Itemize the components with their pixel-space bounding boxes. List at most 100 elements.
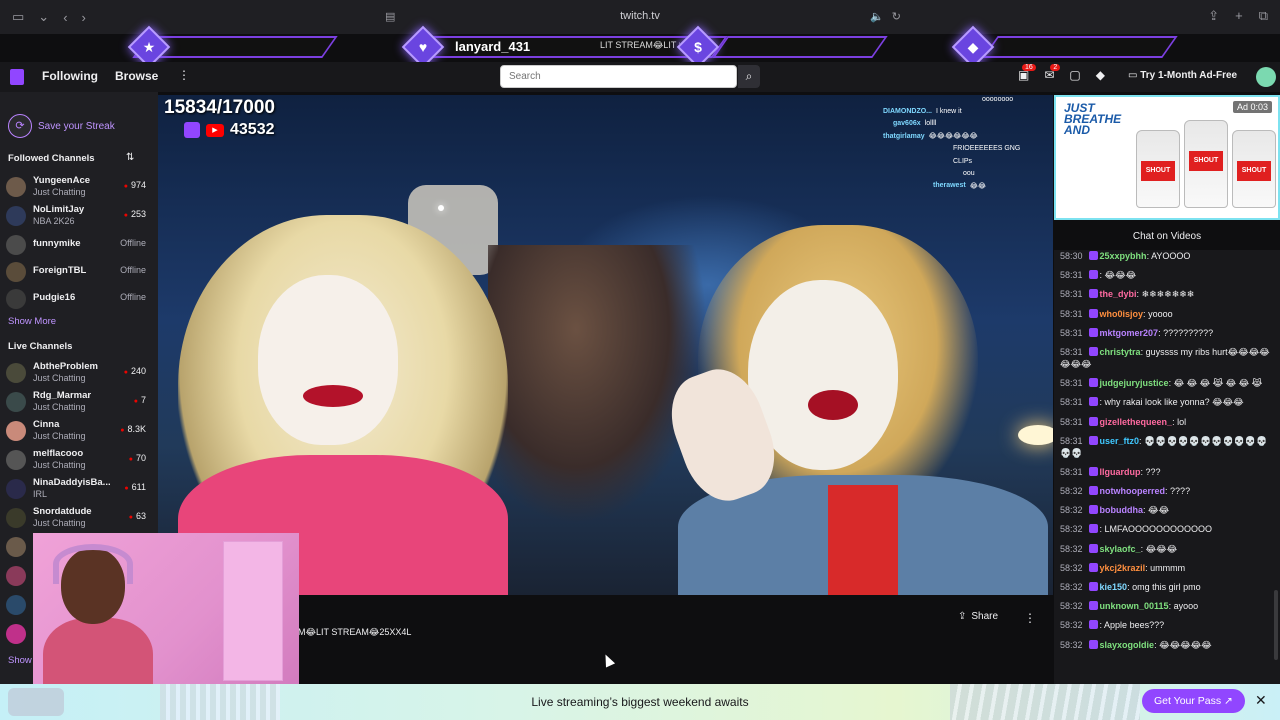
- chat-username[interactable]: unknown_00115: [1100, 601, 1169, 611]
- ad-banner[interactable]: JUST BREATHE AND Ad 0:03 SHOUT SHOUT SHO…: [1054, 95, 1280, 220]
- show-more-link[interactable]: Show: [8, 655, 32, 666]
- video-player[interactable]: 15834/17000 ▶ 43532 oooooooo DIAMONDZO..…: [158, 95, 1053, 595]
- overlay-chat-user: DIAMONDZO...: [883, 108, 932, 116]
- reload-icon[interactable]: ↻: [892, 10, 901, 23]
- badge-icon: [1088, 416, 1098, 426]
- badge-icon: [1088, 620, 1098, 630]
- overlay-chat-msg: 😂😂: [969, 182, 987, 190]
- share-icon[interactable]: ⇪: [1208, 8, 1219, 24]
- close-icon[interactable]: ✕: [1255, 692, 1267, 709]
- bits-icon[interactable]: ◆: [1096, 68, 1105, 82]
- chat-username[interactable]: judgejuryjustice: [1100, 378, 1169, 388]
- new-tab-icon[interactable]: +: [1235, 8, 1243, 24]
- sidebar-channel[interactable]: melflacooo Just Chatting 70: [6, 447, 152, 473]
- lips: [808, 390, 858, 420]
- chat-timestamp: 58:31: [1060, 435, 1083, 446]
- chat-username[interactable]: slayxogoldie: [1100, 640, 1155, 650]
- prime-loot-icon[interactable]: ▣ 16: [1018, 64, 1036, 82]
- chat-text: omg this girl pmo: [1132, 582, 1201, 592]
- search-input[interactable]: [501, 66, 736, 87]
- sidebar-channel[interactable]: ForeignTBL Offline: [6, 259, 152, 285]
- overlay-chat-msg: oooooooo: [982, 95, 1014, 103]
- badge-icon: [1088, 466, 1098, 476]
- product-bottle: SHOUT: [1184, 120, 1228, 208]
- share-label: Share: [971, 611, 999, 622]
- search-icon[interactable]: ⌕: [738, 65, 760, 88]
- get-pass-button[interactable]: Get Your Pass ↗: [1142, 689, 1245, 713]
- sidebar-channel[interactable]: funnymike Offline: [6, 232, 152, 258]
- sort-icon[interactable]: ⇅: [126, 152, 134, 163]
- ad-headline: JUST BREATHE AND: [1064, 101, 1122, 137]
- adfree-button[interactable]: ▭ Try 1-Month Ad-Free: [1128, 70, 1237, 81]
- chat-message: 58:31: 😂😂😂: [1054, 269, 1280, 281]
- viewer-count: Offline: [120, 238, 146, 248]
- notif-badge: 16: [1022, 64, 1036, 71]
- channel-name: Cinna: [33, 419, 60, 430]
- speaker-icon[interactable]: 🔈: [870, 10, 884, 23]
- channel-category: Just Chatting: [33, 431, 86, 441]
- sidebar-channel[interactable]: AbtheProblem Just Chatting 240: [6, 360, 152, 386]
- overlay-chat-line: gav606x lollll: [883, 118, 1053, 130]
- chat-username[interactable]: christytra: [1100, 347, 1141, 357]
- chat-scrollbar[interactable]: [1274, 590, 1278, 660]
- viewer-count: Offline: [120, 265, 146, 275]
- more-options-icon[interactable]: ⋮: [1024, 611, 1036, 625]
- overlay-chat-line: thatgirlamay 😂😂😂😂😂😂: [883, 130, 1053, 142]
- sidebar-channel[interactable]: Pudgie16 Offline: [6, 286, 152, 312]
- badge-icon: [1088, 562, 1098, 572]
- chat-username[interactable]: ykcj2krazil: [1100, 563, 1146, 573]
- viewer-count: 70: [129, 453, 146, 463]
- banner-stripe: [712, 36, 888, 58]
- chat-username[interactable]: skylaofc_: [1100, 544, 1141, 554]
- whispers-icon[interactable]: ▢: [1069, 68, 1080, 82]
- viewer-count: 8.3K: [120, 424, 146, 434]
- product-label: SHOUT: [1237, 161, 1271, 181]
- chat-username[interactable]: notwhooperred: [1100, 486, 1166, 496]
- channel-category: IRL: [33, 489, 48, 499]
- overlay-ticker: LIT STREAM😂LIT S: [600, 40, 680, 50]
- avatar: [6, 479, 26, 499]
- viewer-count: Offline: [120, 292, 146, 302]
- chat-username[interactable]: 25xxpybhh: [1100, 251, 1147, 261]
- nav-following[interactable]: Following: [42, 69, 98, 83]
- user-avatar[interactable]: [1256, 67, 1276, 87]
- overlay-chat-msg: 😂😂😂😂😂😂: [928, 133, 978, 141]
- chat-username[interactable]: who0isjoy: [1100, 309, 1144, 319]
- save-streak[interactable]: ⟳ Save your Streak: [8, 114, 115, 138]
- channel-category: Just Chatting: [33, 518, 86, 528]
- more-icon[interactable]: ⋮: [178, 68, 190, 82]
- chat-username[interactable]: llguardup: [1100, 467, 1141, 477]
- chat-timestamp: 58:31: [1060, 416, 1083, 427]
- sidebar-channel[interactable]: Snordatdude Just Chatting 63: [6, 505, 152, 531]
- sidebar-channel[interactable]: YungeenAce Just Chatting 974: [6, 174, 152, 200]
- chat-username[interactable]: kie150: [1100, 582, 1128, 592]
- chat-username[interactable]: gizellethequeen_: [1100, 417, 1173, 427]
- sidebar-channel[interactable]: NinaDaddyisBa... IRL 611: [6, 476, 152, 502]
- video-background: [438, 205, 444, 211]
- notifications-icon[interactable]: ✉ 2: [1044, 64, 1061, 82]
- tab-overview-icon[interactable]: ⧉: [1259, 8, 1268, 24]
- url-bar[interactable]: twitch.tv: [0, 10, 1280, 22]
- sidebar-channel[interactable]: Cinna Just Chatting 8.3K: [6, 418, 152, 444]
- browser-toolbar: ▭ ⌄ ‹ › ▤ twitch.tv 🔈 ↻ ⇪ + ⧉: [0, 0, 1280, 34]
- sidebar-channel[interactable]: NoLimitJay NBA 2K26 253: [6, 203, 152, 229]
- chat-message: 58:32 slayxogoldie: 😂😂😂😂😂: [1054, 639, 1280, 651]
- chat-username[interactable]: the_dybi: [1100, 289, 1137, 299]
- share-button[interactable]: ⇪ Share: [958, 611, 998, 622]
- show-more-link[interactable]: Show More: [8, 316, 56, 327]
- live-channels-title: Live Channels: [8, 341, 73, 352]
- chat-title: Chat on Videos: [1132, 231, 1202, 242]
- stream-title: M😂LIT STREAM😂25XX4L: [298, 627, 412, 637]
- chat-username[interactable]: user_ftz0: [1100, 436, 1140, 446]
- sidebar-channel[interactable]: Rdg_Marmar Just Chatting 7: [6, 389, 152, 415]
- nav-browse[interactable]: Browse: [115, 69, 158, 83]
- badge-icon: [1088, 346, 1098, 356]
- stream-overlay-banner: ★ ♥ lanyard_431 LIT STREAM😂LIT S $ ◆: [120, 25, 1180, 69]
- share-icon: ⇪: [958, 611, 967, 622]
- badge-icon: [1088, 397, 1098, 407]
- chat-username[interactable]: mktgomer207: [1100, 328, 1159, 338]
- chat-timestamp: 58:32: [1060, 639, 1083, 650]
- chat-username[interactable]: bobuddha: [1100, 505, 1144, 515]
- twitch-logo-icon[interactable]: [10, 69, 24, 85]
- streamer-right: [658, 225, 1048, 595]
